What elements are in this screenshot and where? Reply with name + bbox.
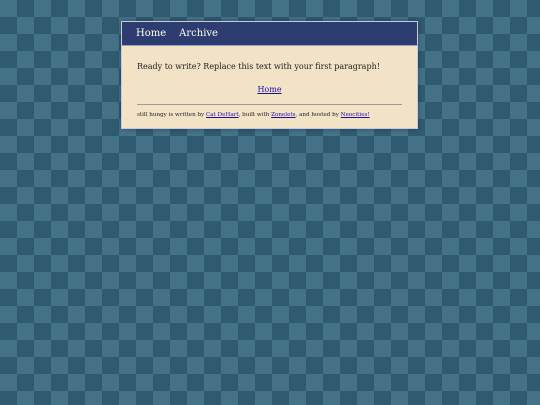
nav-archive-link[interactable]: Archive bbox=[179, 28, 218, 39]
neocities-link[interactable]: Neocities! bbox=[341, 112, 370, 118]
footer-text: still hungy is written by Cat DeHart, bu… bbox=[137, 112, 402, 118]
nav-home-link[interactable]: Home bbox=[136, 28, 166, 39]
footer-text-3: , and hosted by bbox=[295, 112, 341, 118]
home-link-container: Home bbox=[137, 85, 402, 94]
page-container: Home Archive Ready to write? Replace thi… bbox=[121, 21, 418, 129]
footer-text-1: still hungy is written by bbox=[137, 112, 206, 118]
intro-paragraph: Ready to write? Replace this text with y… bbox=[137, 62, 380, 71]
zonelets-link[interactable]: Zonelets bbox=[271, 112, 295, 118]
home-link[interactable]: Home bbox=[257, 85, 281, 94]
footer-divider bbox=[137, 104, 402, 105]
author-link[interactable]: Cat DeHart bbox=[206, 112, 239, 118]
footer-text-2: , built with bbox=[238, 112, 272, 118]
nav-bar: Home Archive bbox=[121, 21, 418, 46]
main-content: Ready to write? Replace this text with y… bbox=[121, 46, 418, 129]
